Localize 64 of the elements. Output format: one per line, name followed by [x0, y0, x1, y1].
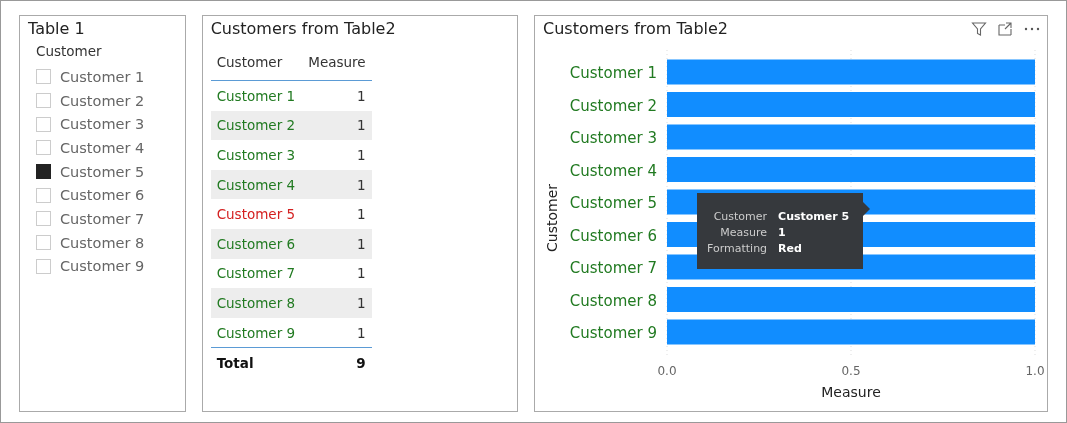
axis-tick-label: 0.5 — [841, 364, 861, 378]
column-header[interactable]: Measure — [301, 44, 372, 81]
category-label: Customer 4 — [569, 161, 657, 180]
chart-title: Customers from Table2 — [542, 18, 728, 38]
table-cell: Customer 9 — [210, 317, 302, 348]
category-label: Customer 9 — [569, 324, 657, 342]
total-value: 9 — [301, 347, 372, 378]
axis-tick-label: 1.0 — [1025, 364, 1045, 378]
table-cell: Customer 7 — [210, 258, 302, 289]
slicer-item[interactable]: Customer 4 — [20, 136, 185, 160]
tooltip-label: Measure — [719, 226, 768, 239]
table-cell: 1 — [301, 317, 372, 348]
table-cell: 1 — [301, 228, 372, 259]
table-cell: 1 — [301, 169, 372, 200]
table-cell: 1 — [301, 80, 372, 111]
total-label: Total — [210, 347, 302, 378]
checkbox[interactable] — [36, 164, 51, 180]
slicer-item[interactable]: Customer 1 — [20, 65, 185, 89]
focus-mode-icon[interactable] — [997, 21, 1013, 37]
table-cell: Customer 2 — [210, 110, 302, 141]
axis-title: Customer — [544, 184, 560, 252]
tooltip-label: Formatting — [707, 242, 768, 255]
table-cell: Customer 4 — [210, 169, 302, 200]
table-cell: 1 — [301, 110, 372, 141]
column-header[interactable]: Customer — [210, 44, 302, 81]
table-cell: Customer 8 — [210, 288, 302, 318]
tooltip-value: Customer 5 — [778, 210, 851, 223]
tooltip-value: 1 — [778, 226, 787, 239]
table-cell: Customer 1 — [210, 80, 302, 111]
tooltip-value: Red — [778, 242, 803, 255]
slicer-item[interactable]: Customer 2 — [20, 88, 185, 113]
slicer-item[interactable]: Customer 3 — [20, 112, 185, 137]
field-label: Customer — [35, 42, 103, 61]
bar[interactable] — [667, 92, 1035, 117]
axis-tick-label: 0.0 — [657, 364, 677, 378]
table-cell: Customer 6 — [210, 228, 302, 259]
category-label: Customer 5 — [569, 194, 657, 212]
slicer-title: Table 1 — [27, 18, 86, 38]
slicer-item[interactable]: Customer 6 — [20, 183, 185, 208]
category-label: Customer 1 — [569, 64, 657, 82]
category-label: Customer 7 — [569, 259, 657, 277]
table-cell: 1 — [301, 140, 372, 170]
table-title: Customers from Table2 — [209, 18, 397, 38]
filter-icon[interactable] — [971, 21, 987, 37]
table-cell: Customer 3 — [210, 140, 302, 170]
table-cell: 1 — [301, 199, 372, 229]
category-label: Customer 3 — [569, 129, 657, 147]
category-label: Customer 2 — [569, 96, 657, 115]
table-cell: 1 — [301, 288, 372, 318]
slicer-item[interactable]: Customer 7 — [20, 207, 185, 231]
slicer-item[interactable]: Customer 8 — [20, 230, 185, 255]
slicer-item[interactable]: Customer 5 — [20, 159, 185, 184]
table-cell: Customer 5 — [210, 199, 302, 229]
bar[interactable] — [667, 59, 1035, 85]
bar[interactable] — [667, 124, 1035, 150]
bar[interactable] — [667, 157, 1035, 182]
tooltip-label: Customer — [712, 210, 768, 223]
category-label: Customer 6 — [569, 226, 657, 245]
axis-title: Measure — [821, 384, 881, 400]
table-cell: 1 — [301, 258, 372, 289]
bar[interactable] — [667, 287, 1035, 312]
slicer-item[interactable]: Customer 9 — [20, 254, 185, 279]
category-label: Customer 8 — [569, 291, 657, 310]
bar[interactable] — [667, 319, 1035, 345]
